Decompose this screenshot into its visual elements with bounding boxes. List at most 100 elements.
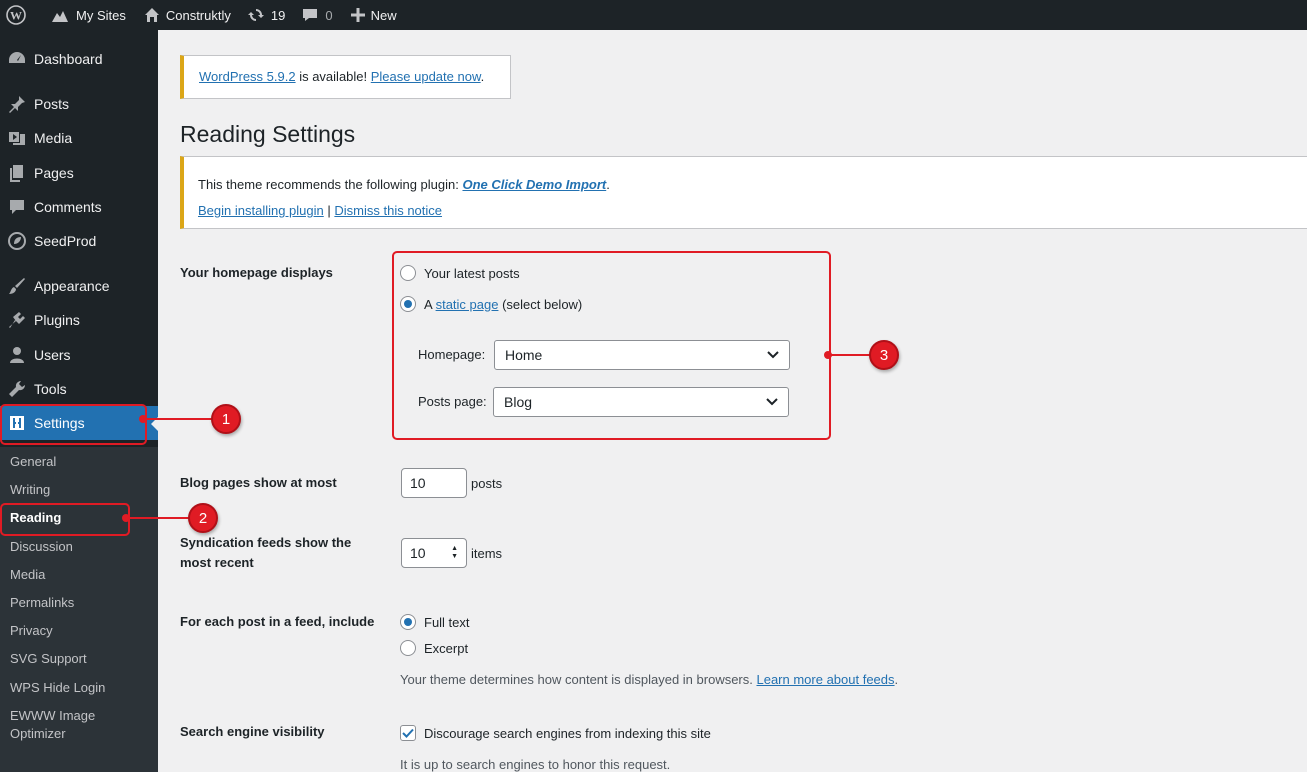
- menu-label: Dashboard: [34, 51, 103, 67]
- menu-label: Media: [34, 130, 73, 146]
- updates-link[interactable]: 19: [240, 0, 292, 30]
- wordpress-version-link[interactable]: WordPress 5.9.2: [199, 69, 296, 84]
- submenu-privacy[interactable]: Privacy: [10, 622, 53, 640]
- plugin-notice-text: This theme recommends the following plug…: [198, 177, 463, 192]
- submenu-general[interactable]: General: [10, 453, 56, 471]
- feed-description-text: Your theme determines how content is dis…: [400, 672, 757, 687]
- highlight-settings: [0, 404, 147, 445]
- submenu-writing[interactable]: Writing: [10, 481, 50, 499]
- update-notice-text: is available!: [295, 69, 371, 84]
- menu-label: Pages: [34, 165, 74, 181]
- sites-icon: [52, 11, 68, 22]
- comments-count: 0: [325, 7, 333, 23]
- menu-users[interactable]: Users: [0, 338, 158, 372]
- excerpt-radio[interactable]: [400, 640, 416, 656]
- settings-submenu: General Writing Reading Discussion Media…: [0, 447, 158, 772]
- excerpt-option[interactable]: Excerpt: [400, 640, 468, 656]
- menu-label: Appearance: [34, 278, 110, 294]
- learn-more-feeds-link[interactable]: Learn more about feeds: [756, 672, 894, 687]
- annotation-line-3: [828, 354, 872, 356]
- feed-description-period: .: [894, 672, 899, 687]
- plugin-notice-actions: Begin installing plugin | Dismiss this n…: [198, 203, 442, 218]
- plugin-notice: This theme recommends the following plug…: [180, 156, 1307, 229]
- blog-pages-value: 10: [410, 475, 426, 491]
- update-notice: WordPress 5.9.2 is available! Please upd…: [180, 55, 511, 99]
- syndication-unit: items: [471, 546, 503, 561]
- full-text-label: Full text: [424, 614, 470, 630]
- home-icon: [144, 8, 159, 22]
- begin-installing-link[interactable]: Begin installing plugin: [198, 203, 324, 218]
- svg-text:W: W: [10, 9, 22, 23]
- comments-link[interactable]: 0: [294, 0, 339, 30]
- annotation-badge-3: 3: [869, 340, 899, 370]
- homepage-displays-label: Your homepage displays: [180, 265, 333, 280]
- plugin-link[interactable]: One Click Demo Import: [462, 177, 606, 192]
- menu-dashboard[interactable]: Dashboard: [0, 42, 158, 76]
- menu-comments[interactable]: Comments: [0, 190, 158, 224]
- users-icon: [0, 345, 34, 365]
- update-now-link[interactable]: Please update now: [371, 69, 481, 84]
- menu-pages[interactable]: Pages: [0, 156, 158, 190]
- plugin-icon: [0, 310, 34, 330]
- updates-count: 19: [270, 7, 286, 23]
- menu-plugins[interactable]: Plugins: [0, 303, 158, 337]
- admin-bar: W My Sites Construktly 19 0 New: [0, 0, 1307, 30]
- brush-icon: [0, 276, 34, 296]
- annotation-line-2: [126, 517, 190, 519]
- spin-up-icon[interactable]: ▲: [451, 545, 458, 553]
- site-name-link[interactable]: Construktly: [137, 0, 238, 30]
- plus-icon: [350, 8, 365, 22]
- submenu-media[interactable]: Media: [10, 566, 45, 584]
- site-name-label: Construktly: [165, 7, 231, 23]
- submenu-ewww-image[interactable]: EWWW Image: [10, 707, 95, 725]
- spin-down-icon[interactable]: ▼: [451, 553, 458, 561]
- discourage-search-option[interactable]: Discourage search engines from indexing …: [400, 725, 711, 741]
- plugin-notice-period: .: [606, 177, 610, 192]
- menu-tools[interactable]: Tools: [0, 372, 158, 406]
- highlight-homepage-settings: [392, 251, 831, 440]
- menu-seedprod[interactable]: SeedProd: [0, 224, 158, 258]
- pages-icon: [0, 163, 34, 183]
- my-sites-link[interactable]: My Sites: [43, 0, 133, 30]
- update-notice-period: .: [480, 69, 485, 84]
- dismiss-notice-link[interactable]: Dismiss this notice: [334, 203, 442, 218]
- submenu-discussion[interactable]: Discussion: [10, 538, 73, 556]
- number-spinner[interactable]: ▲ ▼: [451, 545, 458, 561]
- submenu-permalinks[interactable]: Permalinks: [10, 594, 74, 612]
- submenu-optimizer[interactable]: Optimizer: [10, 725, 66, 743]
- discourage-search-checkbox[interactable]: [400, 725, 416, 741]
- menu-media[interactable]: Media: [0, 121, 158, 155]
- new-content-link[interactable]: New: [344, 0, 404, 30]
- updates-icon: [247, 9, 264, 21]
- page-title: Reading Settings: [180, 121, 356, 147]
- full-text-radio[interactable]: [400, 614, 416, 630]
- annotation-line-1: [143, 418, 213, 420]
- menu-label: Posts: [34, 96, 70, 112]
- admin-sidebar: Dashboard Posts Media Pages Comments See…: [0, 30, 159, 772]
- dashboard-icon: [0, 49, 34, 69]
- menu-label: Plugins: [34, 312, 80, 328]
- discourage-search-label: Discourage search engines from indexing …: [424, 725, 711, 741]
- checkmark-icon: [402, 728, 414, 738]
- my-sites-label: My Sites: [76, 7, 126, 23]
- comment-bubble-icon: [303, 9, 318, 21]
- menu-label: Users: [34, 347, 71, 363]
- full-text-option[interactable]: Full text: [400, 614, 470, 630]
- annotation-badge-2: 2: [188, 503, 218, 533]
- search-visibility-label: Search engine visibility: [180, 724, 325, 739]
- annotation-badge-1: 1: [211, 404, 241, 434]
- blog-pages-input[interactable]: 10: [401, 468, 467, 498]
- syndication-value: 10: [410, 545, 426, 561]
- syndication-label: Syndication feeds show the most recent: [180, 535, 352, 570]
- submenu-svg-support[interactable]: SVG Support: [10, 650, 87, 668]
- submenu-wps-hide-login[interactable]: WPS Hide Login: [10, 679, 105, 697]
- menu-label: Tools: [34, 381, 67, 397]
- menu-posts[interactable]: Posts: [0, 87, 158, 121]
- search-visibility-description: It is up to search engines to honor this…: [400, 757, 671, 772]
- menu-appearance[interactable]: Appearance: [0, 269, 158, 303]
- wordpress-logo-icon[interactable]: W: [0, 0, 39, 30]
- syndication-input[interactable]: 10 ▲ ▼: [401, 538, 467, 568]
- menu-label: SeedProd: [34, 233, 97, 249]
- separator: |: [323, 203, 335, 218]
- blog-pages-label: Blog pages show at most: [180, 475, 337, 490]
